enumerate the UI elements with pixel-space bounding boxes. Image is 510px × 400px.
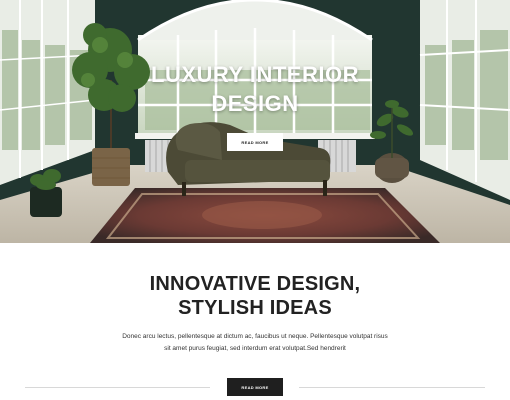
hero-banner: LUXURY INTERIOR DESIGN READ MORE xyxy=(0,0,510,243)
hero-background-image xyxy=(0,0,510,243)
section-title-line-1: INNOVATIVE DESIGN, xyxy=(149,273,361,295)
hero-read-more-button[interactable]: READ MORE xyxy=(227,133,283,151)
divider-left xyxy=(25,387,210,388)
hero-title: LUXURY INTERIOR DESIGN xyxy=(0,60,510,118)
section-title: INNOVATIVE DESIGN, STYLISH IDEAS xyxy=(0,272,510,320)
section-description-line-1: Donec arcu lectus, pellentesque at dictu… xyxy=(122,333,388,340)
hero-title-line-2: DESIGN xyxy=(211,91,299,116)
section-description: Donec arcu lectus, pellentesque at dictu… xyxy=(0,331,510,355)
divider-right xyxy=(299,387,485,388)
section-read-more-button[interactable]: READ MORE xyxy=(227,378,283,396)
section-description-line-2: sit amet purus feugiat, sed interdum era… xyxy=(164,345,346,352)
hero-title-line-1: LUXURY INTERIOR xyxy=(151,62,359,87)
section-title-line-2: STYLISH IDEAS xyxy=(178,297,332,319)
